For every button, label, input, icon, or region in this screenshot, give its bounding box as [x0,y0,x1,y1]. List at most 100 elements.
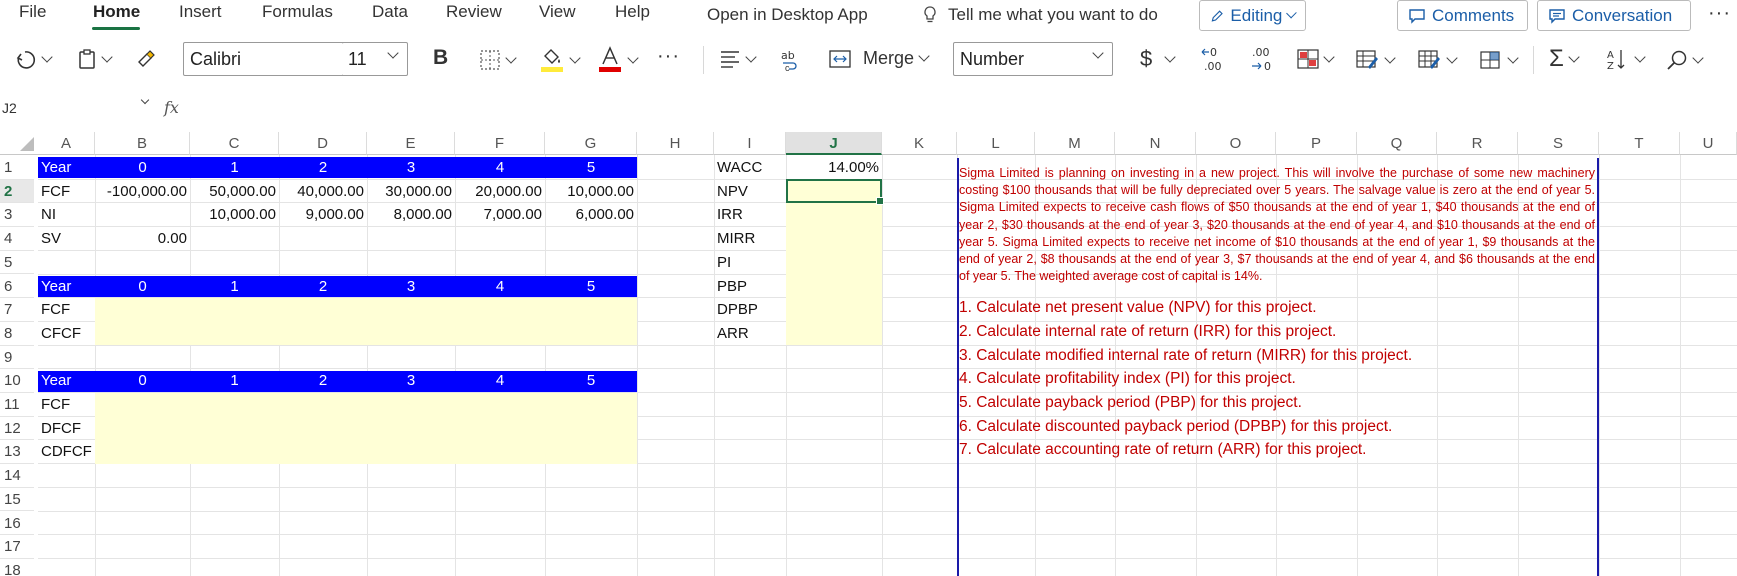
font-size-dropdown[interactable]: 11 [342,42,408,76]
metric-label-dpbp[interactable]: DPBP [714,298,786,322]
metric-label-npv[interactable]: NPV [714,180,786,204]
menu-help[interactable]: Help [615,2,650,22]
row-header-4[interactable]: 4 [0,227,34,251]
column-header-e[interactable]: E [367,132,455,155]
row-header-3[interactable]: 3 [0,203,34,228]
column-header-a[interactable]: A [38,132,95,155]
menu-data[interactable]: Data [372,2,408,22]
formula-input[interactable] [195,96,1735,122]
row-header-15[interactable]: 15 [0,488,34,512]
open-desktop-app-link[interactable]: Open in Desktop App [707,5,868,25]
ni-value[interactable]: 10,000.00 [190,203,279,227]
year-header[interactable]: 0 [95,369,190,393]
row-header-12[interactable]: 12 [0,417,34,441]
year-label[interactable]: Year [38,156,95,180]
fcf-value[interactable]: 10,000.00 [545,180,637,204]
increase-decimal-button[interactable]: .00 0 [1248,45,1276,75]
font-color-button[interactable] [597,46,639,74]
bold-button[interactable]: B [433,46,448,70]
year-header[interactable]: 0 [95,275,190,299]
cell-styles-button[interactable] [1418,49,1458,71]
metric-label-irr[interactable]: IRR [714,203,786,227]
metric-label-pbp[interactable]: PBP [714,275,786,299]
undo-button[interactable] [15,48,53,70]
comments-button[interactable]: Comments [1397,0,1528,31]
format-as-table-button[interactable] [1356,49,1396,71]
borders-button[interactable] [479,49,517,71]
spreadsheet-grid[interactable]: ABCDEFGHIJKLMNOPQRSTU 1 2 3 4 5 6 7 8 9 10 11 12 13 1… [0,132,1737,576]
row-label-fcf[interactable]: FCF [38,393,95,417]
row-header-2[interactable]: 2 [0,179,34,204]
column-header-g[interactable]: G [545,132,637,155]
menu-insert[interactable]: Insert [179,2,222,22]
column-header-f[interactable]: F [455,132,545,155]
autosum-button[interactable]: Σ [1549,45,1580,73]
more-options-button[interactable]: ··· [1708,2,1731,25]
fcf-value[interactable]: -100,000.00 [95,180,190,204]
conditional-formatting-button[interactable] [1297,49,1335,69]
row-header-17[interactable]: 17 [0,535,34,559]
ni-value[interactable]: 8,000.00 [367,203,455,227]
select-all-button[interactable] [0,132,38,155]
year-label[interactable]: Year [38,275,95,299]
row-header-11[interactable]: 11 [0,393,34,417]
sort-filter-button[interactable]: AZ [1606,47,1646,71]
merge-button[interactable]: Merge [829,48,930,69]
column-header-p[interactable]: P [1276,132,1357,155]
row-header-5[interactable]: 5 [0,251,34,275]
year-header[interactable]: 0 [95,156,190,180]
metric-label-mirr[interactable]: MIRR [714,227,786,251]
sv-value[interactable]: 0.00 [95,227,190,251]
conversation-button[interactable]: Conversation [1537,0,1691,31]
column-header-b[interactable]: B [95,132,190,155]
row-header-13[interactable]: 13 [0,440,34,465]
fcf-value[interactable]: 40,000.00 [279,180,367,204]
number-format-dropdown[interactable]: Number [953,42,1113,76]
menu-view[interactable]: View [539,2,576,22]
year-header[interactable]: 2 [279,275,367,299]
year-header[interactable]: 5 [545,156,637,180]
wacc-value[interactable]: 14.00% [786,156,882,180]
year-label[interactable]: Year [38,369,95,393]
column-header-d[interactable]: D [279,132,367,155]
menu-file[interactable]: File [19,2,46,22]
row-header-1[interactable]: 1 [0,156,34,180]
row-header-14[interactable]: 14 [0,464,34,488]
currency-format-button[interactable]: $ [1140,46,1176,72]
column-header-t[interactable]: T [1599,132,1680,155]
menu-review[interactable]: Review [446,2,502,22]
ni-value[interactable]: 7,000.00 [455,203,545,227]
fill-color-button[interactable] [539,46,581,74]
metric-label-arr[interactable]: ARR [714,322,786,346]
input-area-metrics[interactable] [786,179,882,345]
align-button[interactable] [719,49,757,69]
column-header-m[interactable]: M [1035,132,1115,155]
year-header[interactable]: 2 [279,369,367,393]
column-header-l[interactable]: L [957,132,1035,155]
ni-value[interactable]: 6,000.00 [545,203,637,227]
decrease-decimal-button[interactable]: 0.00 [1200,45,1226,75]
find-button[interactable] [1666,49,1704,71]
row-header-9[interactable]: 9 [0,346,34,370]
year-header[interactable]: 1 [190,156,279,180]
row-label-sv[interactable]: SV [38,227,95,251]
year-header[interactable]: 3 [367,275,455,299]
year-header[interactable]: 3 [367,369,455,393]
row-header-16[interactable]: 16 [0,512,34,536]
insert-function-icon[interactable]: fx [164,98,179,117]
year-header[interactable]: 5 [545,369,637,393]
column-header-q[interactable]: Q [1357,132,1437,155]
insert-cells-button[interactable] [1479,49,1519,71]
column-header-i[interactable]: I [714,132,786,155]
column-header-o[interactable]: O [1196,132,1276,155]
row-label-dfcf[interactable]: DFCF [38,417,95,441]
row-label-fcf[interactable]: FCF [38,298,95,322]
row-header-6[interactable]: 6 [0,275,34,299]
editing-mode-button[interactable]: Editing [1199,0,1306,31]
input-area-table3[interactable] [95,393,637,464]
active-cell-selection[interactable] [786,179,884,205]
ni-value[interactable]: 9,000.00 [279,203,367,227]
input-area-table2[interactable] [95,298,637,345]
row-label-ni[interactable]: NI [38,203,95,227]
fcf-value[interactable]: 50,000.00 [190,180,279,204]
